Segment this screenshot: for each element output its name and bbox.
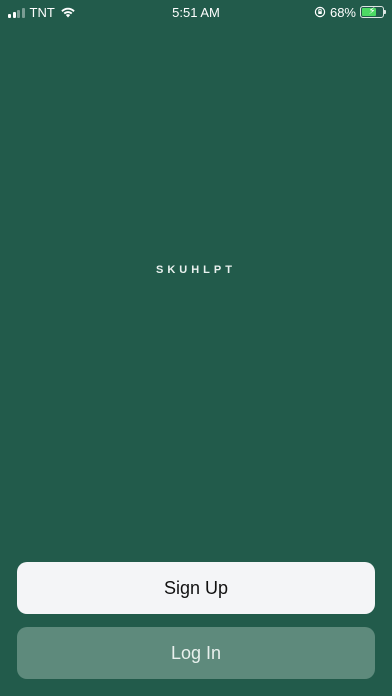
status-bar: TNT 5:51 AM 68% ⚡ [0,0,392,24]
sign-up-button[interactable]: Sign Up [17,562,375,614]
battery-charging-icon: ⚡ [360,5,386,18]
welcome-screen: TNT 5:51 AM 68% ⚡ SKUHLPT Sign Up Log In [0,0,392,696]
charging-bolt-icon: ⚡ [368,5,376,17]
battery-percent: 68% [329,4,356,20]
orientation-lock-icon [314,6,326,18]
app-logo: SKUHLPT [156,264,236,276]
status-right: 68% ⚡ [314,4,386,20]
wifi-icon [61,7,75,18]
signal-icon [8,7,25,18]
status-left: TNT [8,5,76,20]
log-in-button[interactable]: Log In [17,627,375,679]
carrier-label: TNT [29,4,55,20]
